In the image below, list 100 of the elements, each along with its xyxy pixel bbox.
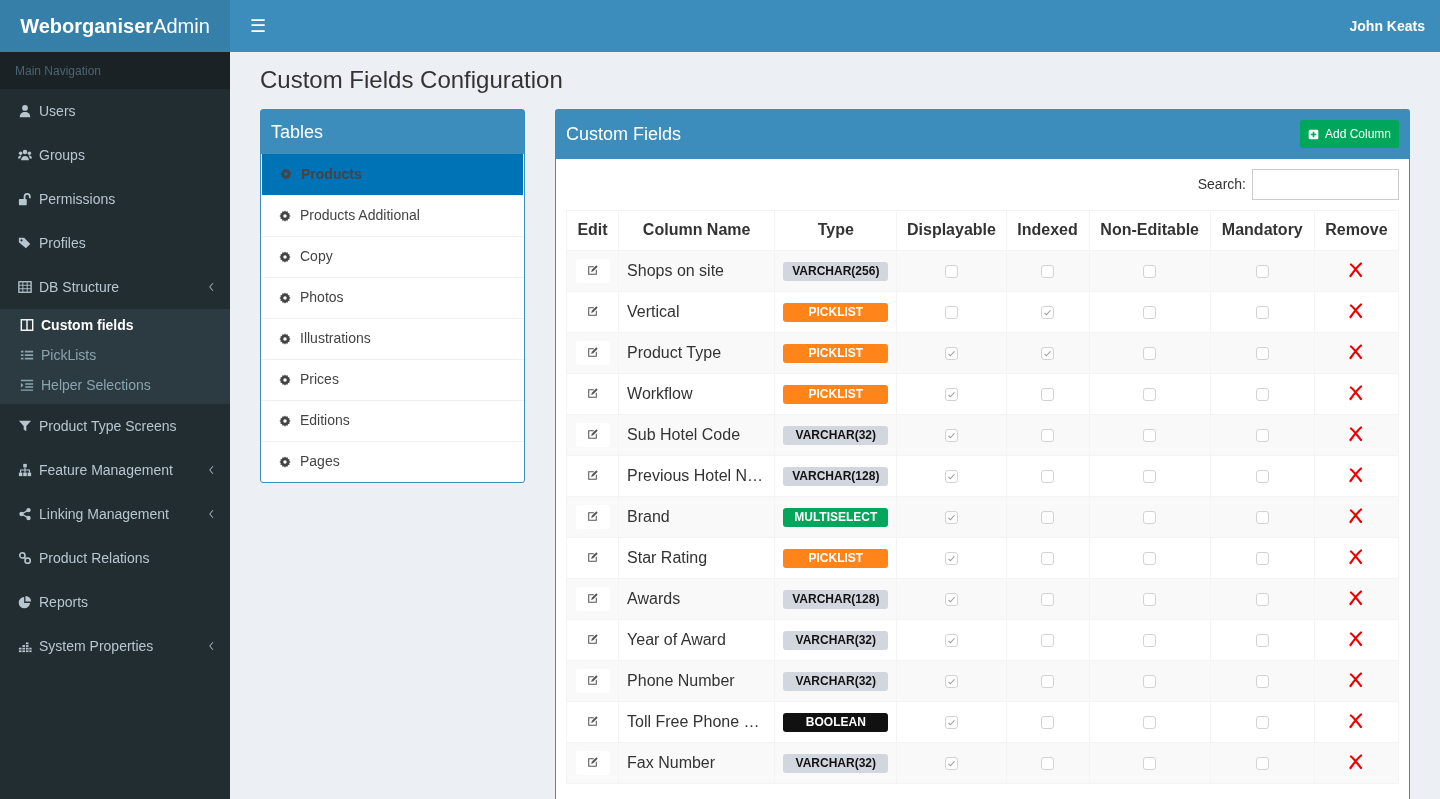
checkbox[interactable] (1255, 470, 1269, 484)
column-name-cell: Shops on site (618, 250, 775, 292)
check-icon (946, 349, 956, 359)
type-tag: VARCHAR(32) (783, 754, 889, 773)
edit-button[interactable] (575, 504, 610, 529)
brand-logo[interactable]: WeborganiserAdmin (0, 0, 230, 52)
checkbox[interactable] (944, 306, 958, 320)
checkbox[interactable] (1255, 634, 1269, 648)
menu-toggle-button[interactable]: ☰ (245, 12, 271, 40)
sidebar-item[interactable]: Users (0, 89, 230, 133)
checkbox[interactable] (944, 429, 958, 443)
sidebar-item[interactable]: Product Relations (0, 536, 230, 580)
checkbox[interactable] (1255, 716, 1269, 730)
submenu-item[interactable]: PickLists (0, 340, 230, 370)
sidebar-item[interactable]: Linking Management (0, 492, 230, 536)
table-list-item[interactable]: Pages (261, 440, 524, 482)
checkbox[interactable] (1255, 757, 1269, 771)
table-list-item[interactable]: Photos (261, 276, 524, 318)
checkbox[interactable] (1143, 552, 1157, 566)
close-icon (1348, 507, 1365, 524)
checkbox[interactable] (1143, 716, 1157, 730)
checkbox[interactable] (1255, 306, 1269, 320)
checkbox[interactable] (944, 634, 958, 648)
checkbox[interactable] (1041, 470, 1055, 484)
sidebar-item[interactable]: Permissions (0, 177, 230, 221)
edit-button[interactable] (575, 750, 610, 775)
navigation-header: Main Navigation (0, 52, 230, 89)
checkbox[interactable] (1041, 306, 1055, 320)
checkbox[interactable] (1041, 552, 1055, 566)
search-field[interactable] (1252, 168, 1399, 200)
sidebar-item[interactable]: Profiles (0, 221, 230, 265)
sidebar-item[interactable]: Reports (0, 580, 230, 624)
checkbox[interactable] (1041, 511, 1055, 525)
sitemap-icon (18, 463, 32, 477)
checkbox[interactable] (1143, 429, 1157, 443)
sidebar-item[interactable]: System Properties (0, 624, 230, 668)
edit-button[interactable] (575, 586, 610, 611)
edit-button[interactable] (575, 340, 610, 365)
sidebar-item[interactable]: Product Type Screens (0, 404, 230, 448)
check-icon (946, 718, 956, 728)
checkbox[interactable] (1255, 511, 1269, 525)
checkbox[interactable] (944, 593, 958, 607)
checkbox[interactable] (944, 511, 958, 525)
checkbox[interactable] (944, 716, 958, 730)
sidebar-item[interactable]: Feature Management (0, 448, 230, 492)
checkbox[interactable] (1255, 429, 1269, 443)
table-list-item[interactable]: Editions (261, 399, 524, 441)
checkbox[interactable] (1255, 593, 1269, 607)
column-header: Edit (566, 210, 619, 251)
checkbox[interactable] (1143, 470, 1157, 484)
checkbox[interactable] (944, 757, 958, 771)
submenu-item[interactable]: Helper Selections (0, 370, 230, 400)
checkbox[interactable] (1143, 634, 1157, 648)
checkbox[interactable] (1143, 265, 1157, 279)
checkbox[interactable] (1143, 306, 1157, 320)
type-tag: VARCHAR(32) (783, 672, 889, 691)
checkbox[interactable] (1255, 388, 1269, 402)
checkbox[interactable] (1041, 634, 1055, 648)
checkbox[interactable] (1041, 757, 1055, 771)
table-list-item[interactable]: Prices (261, 358, 524, 400)
checkbox[interactable] (944, 347, 958, 361)
table-list-item[interactable]: Products Additional (261, 194, 524, 236)
close-icon (1348, 589, 1365, 606)
column-name-cell: Product Type (618, 332, 775, 374)
checkbox[interactable] (1143, 593, 1157, 607)
checkbox[interactable] (1041, 593, 1055, 607)
checkbox[interactable] (1143, 347, 1157, 361)
sidebar-item[interactable]: Groups (0, 133, 230, 177)
checkbox[interactable] (1143, 511, 1157, 525)
checkbox[interactable] (944, 552, 958, 566)
checkbox[interactable] (944, 675, 958, 689)
checkbox[interactable] (1041, 265, 1055, 279)
table-list-item[interactable]: Illustrations (261, 317, 524, 359)
checkbox[interactable] (944, 265, 958, 279)
table-list-item[interactable]: Copy (261, 235, 524, 277)
user-name[interactable]: John Keats (1349, 15, 1425, 37)
checkbox[interactable] (1255, 265, 1269, 279)
checkbox[interactable] (1143, 388, 1157, 402)
submenu-item[interactable]: Custom fields (0, 310, 230, 340)
edit-button[interactable] (575, 422, 610, 447)
checkbox[interactable] (1255, 675, 1269, 689)
gear-icon (279, 414, 291, 427)
sidebar-item[interactable]: DB Structure (0, 265, 230, 309)
chevron-left-icon (207, 641, 215, 651)
checkbox[interactable] (1255, 552, 1269, 566)
close-icon (1348, 548, 1365, 565)
checkbox[interactable] (1041, 347, 1055, 361)
checkbox[interactable] (1143, 675, 1157, 689)
checkbox[interactable] (1041, 429, 1055, 443)
edit-button[interactable] (575, 258, 610, 283)
filter-icon (18, 419, 32, 433)
checkbox[interactable] (1041, 716, 1055, 730)
gear-icon (279, 332, 291, 345)
edit-button[interactable] (575, 668, 610, 693)
checkbox[interactable] (1041, 675, 1055, 689)
checkbox[interactable] (1041, 388, 1055, 402)
checkbox[interactable] (1255, 347, 1269, 361)
checkbox[interactable] (944, 388, 958, 402)
checkbox[interactable] (944, 470, 958, 484)
checkbox[interactable] (1143, 757, 1157, 771)
